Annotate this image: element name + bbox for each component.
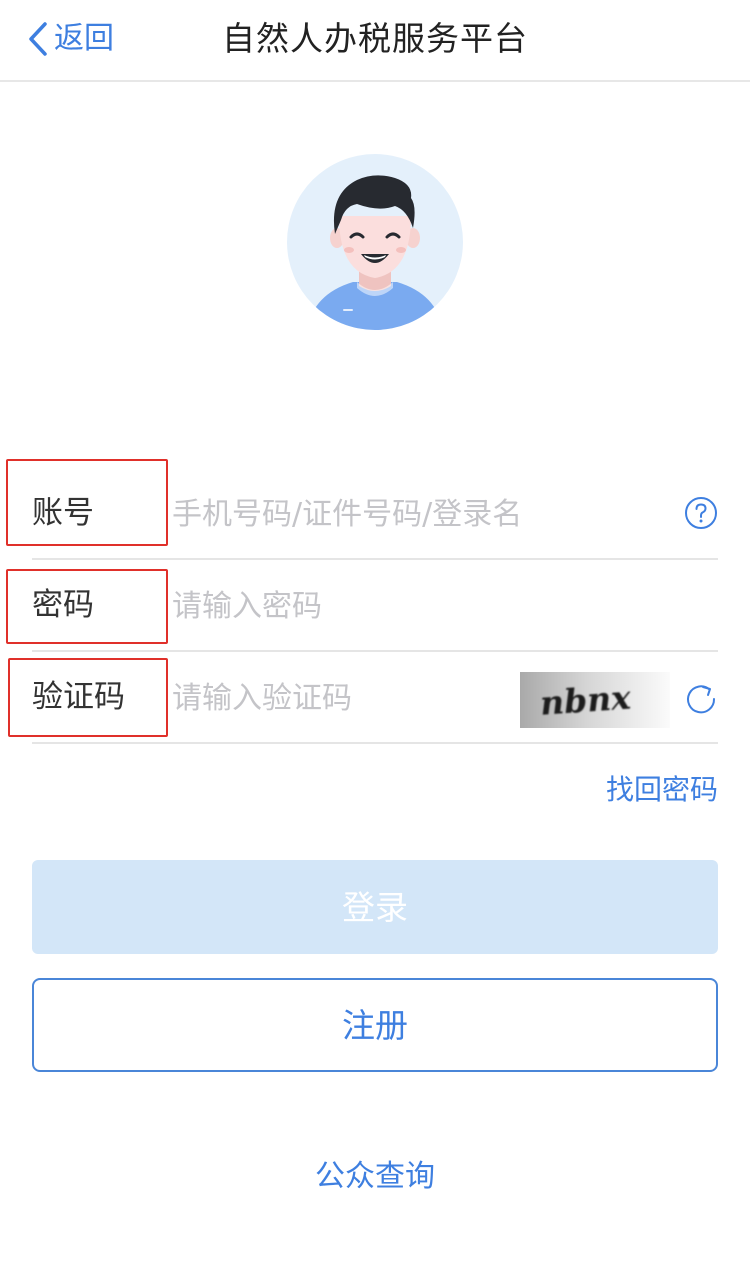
captcha-image[interactable]: nbnx: [520, 672, 670, 728]
captcha-label: 验证码: [32, 679, 125, 715]
question-circle-icon[interactable]: [684, 496, 718, 530]
password-input[interactable]: [172, 580, 712, 632]
navigation-bar: 返回 自然人办税服务平台: [0, 0, 750, 82]
login-button[interactable]: 登录: [32, 860, 718, 954]
captcha-text: nbnx: [539, 678, 633, 723]
password-row: 密码: [32, 560, 718, 652]
register-button[interactable]: 注册: [32, 978, 718, 1072]
captcha-row: 验证码 nbnx: [32, 652, 718, 744]
password-label: 密码: [32, 587, 94, 623]
account-row: 账号: [32, 468, 718, 560]
forgot-password-link[interactable]: 找回密码: [606, 770, 718, 810]
public-query-link[interactable]: 公众查询: [0, 1155, 750, 1199]
refresh-icon[interactable]: [684, 682, 718, 716]
account-input[interactable]: [172, 488, 672, 540]
page-title: 自然人办税服务平台: [222, 19, 528, 58]
captcha-input[interactable]: [172, 672, 502, 724]
account-label: 账号: [32, 495, 94, 531]
avatar: [287, 154, 463, 330]
